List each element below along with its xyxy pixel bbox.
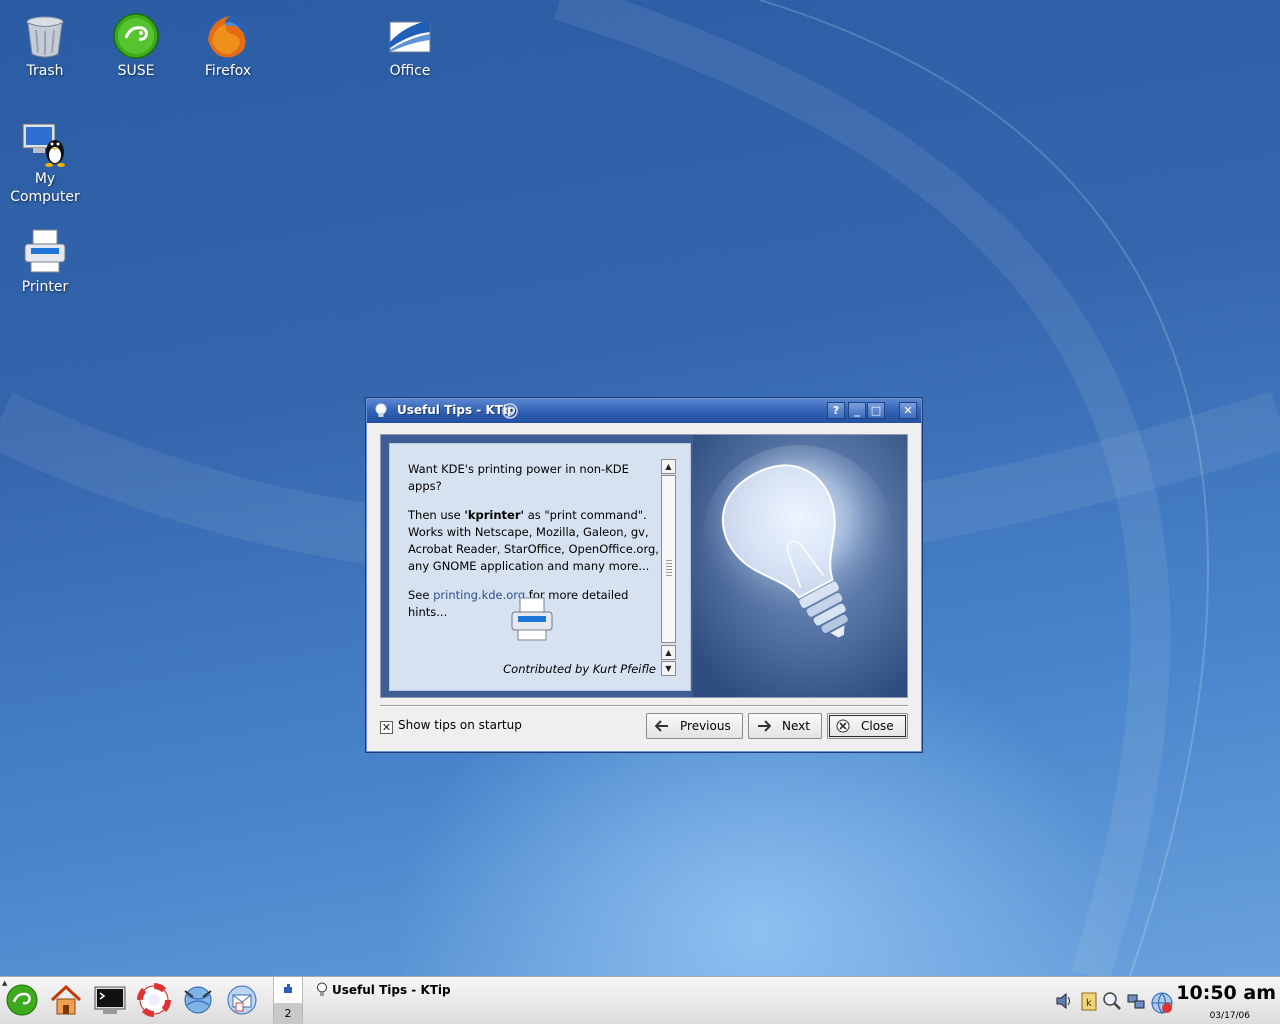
show-tips-checkbox-row[interactable]: ✕ Show tips on startup	[380, 718, 522, 734]
tip-kprinter: 'kprinter'	[464, 508, 525, 522]
swirl-icon	[501, 402, 519, 423]
tip-credit: Contributed by Kurt Pfeifle	[503, 662, 656, 676]
lightbulb-icon	[374, 403, 388, 422]
home-icon[interactable]	[49, 983, 83, 1020]
taskbar: ▲ 2 Useful Tips - KTip k 10:50 am 03/17/…	[0, 976, 1280, 1024]
previous-button[interactable]: Previous	[646, 713, 743, 739]
suse-icon	[113, 13, 159, 59]
printer-icon	[24, 229, 66, 273]
next-label: Next	[782, 719, 810, 733]
tip-para2-prefix: Then use	[408, 508, 465, 522]
tip-frame: Want KDE's printing power in non-KDE app…	[380, 434, 908, 698]
close-label: Close	[861, 719, 894, 733]
arrow-left-icon	[655, 720, 668, 732]
firefox-label: Firefox	[204, 63, 252, 79]
scroll-up-button[interactable]: ▲	[661, 459, 676, 474]
suse-label: SUSE	[117, 63, 155, 79]
clock-date: 03/17/06	[1209, 1011, 1250, 1021]
next-button[interactable]: Next	[748, 713, 822, 739]
show-tips-checkbox[interactable]: ✕	[380, 721, 393, 734]
previous-label: Previous	[680, 719, 731, 733]
desktop-icon-firefox[interactable]: Firefox	[183, 12, 273, 80]
office-label: Office	[389, 63, 431, 79]
my-computer-label-1: My	[34, 171, 56, 187]
scroll-up-button-2[interactable]: ▲	[661, 645, 676, 660]
help-lifebuoy-icon[interactable]	[137, 983, 171, 1020]
tip-line-1: Want KDE's printing power in non-KDE app…	[408, 462, 629, 493]
desktop-icon-office[interactable]: Office	[365, 12, 455, 80]
titlebar-close-button[interactable]: ✕	[899, 402, 917, 419]
trash-label: Trash	[26, 63, 64, 79]
dialog-titlebar[interactable]: Useful Tips - KTip ? _ □ ✕	[367, 399, 921, 423]
dialog-title: Useful Tips - KTip	[397, 403, 516, 417]
scroll-track[interactable]	[661, 475, 676, 643]
my-computer-label-2: Computer	[10, 189, 80, 205]
dialog-separator	[380, 705, 908, 707]
desktop-icon-printer[interactable]: Printer	[0, 228, 90, 296]
close-button[interactable]: Close	[827, 713, 908, 739]
office-icon	[389, 20, 431, 53]
taskbar-task-ktip[interactable]: Useful Tips - KTip	[316, 982, 451, 997]
help-button[interactable]: ?	[827, 402, 845, 419]
desktop-icon-my-computer[interactable]: My Computer	[0, 120, 90, 206]
tip-scrollbar[interactable]: ▲ ▲ ▼	[661, 459, 677, 677]
my-computer-icon	[22, 123, 65, 167]
volume-icon[interactable]	[1054, 991, 1074, 1014]
scroll-down-button[interactable]: ▼	[661, 661, 676, 676]
network-icon[interactable]	[1126, 991, 1146, 1014]
show-tips-label: Show tips on startup	[398, 718, 522, 732]
maximize-button[interactable]: □	[867, 402, 885, 419]
firefox-icon	[207, 15, 249, 58]
lightbulb-illustration	[693, 435, 907, 697]
tip-para3-prefix: See	[408, 588, 434, 602]
minimize-button[interactable]: _	[848, 402, 866, 419]
close-icon	[836, 719, 850, 733]
desktop-pager[interactable]: 2	[273, 977, 303, 1024]
kontact-mail-icon[interactable]	[225, 983, 259, 1020]
pager-desktop-2[interactable]: 2	[274, 1003, 302, 1024]
search-magnifier-icon[interactable]	[1102, 991, 1122, 1014]
pager-window-icon	[284, 984, 292, 993]
desktop-icon-trash[interactable]: Trash	[0, 12, 90, 80]
tip-printer-icon	[508, 596, 556, 647]
ktip-dialog: Useful Tips - KTip ? _ □ ✕ Want KDE's pr…	[365, 397, 923, 753]
terminal-icon[interactable]	[93, 983, 127, 1020]
konqueror-browser-icon[interactable]	[181, 983, 215, 1020]
svg-text:k: k	[1086, 998, 1092, 1009]
lightbulb-task-icon	[317, 982, 327, 996]
klipper-clipboard-icon[interactable]: k	[1079, 991, 1099, 1014]
tip-text-panel: Want KDE's printing power in non-KDE app…	[389, 443, 691, 691]
update-globe-icon[interactable]	[1150, 991, 1174, 1018]
arrow-right-icon	[758, 720, 771, 732]
pager-desktop-1[interactable]	[274, 977, 302, 1003]
kmenu-suse-icon[interactable]	[5, 983, 39, 1020]
scroll-grip[interactable]	[666, 560, 672, 578]
trash-icon	[26, 16, 64, 58]
desktop-icon-suse[interactable]: SUSE	[91, 12, 181, 80]
tip-paragraph-2: Then use 'kprinter' as "print command". …	[408, 507, 662, 575]
printer-label: Printer	[21, 279, 69, 295]
clock-time[interactable]: 10:50 am	[1176, 982, 1276, 1004]
task-title: Useful Tips - KTip	[332, 983, 451, 997]
